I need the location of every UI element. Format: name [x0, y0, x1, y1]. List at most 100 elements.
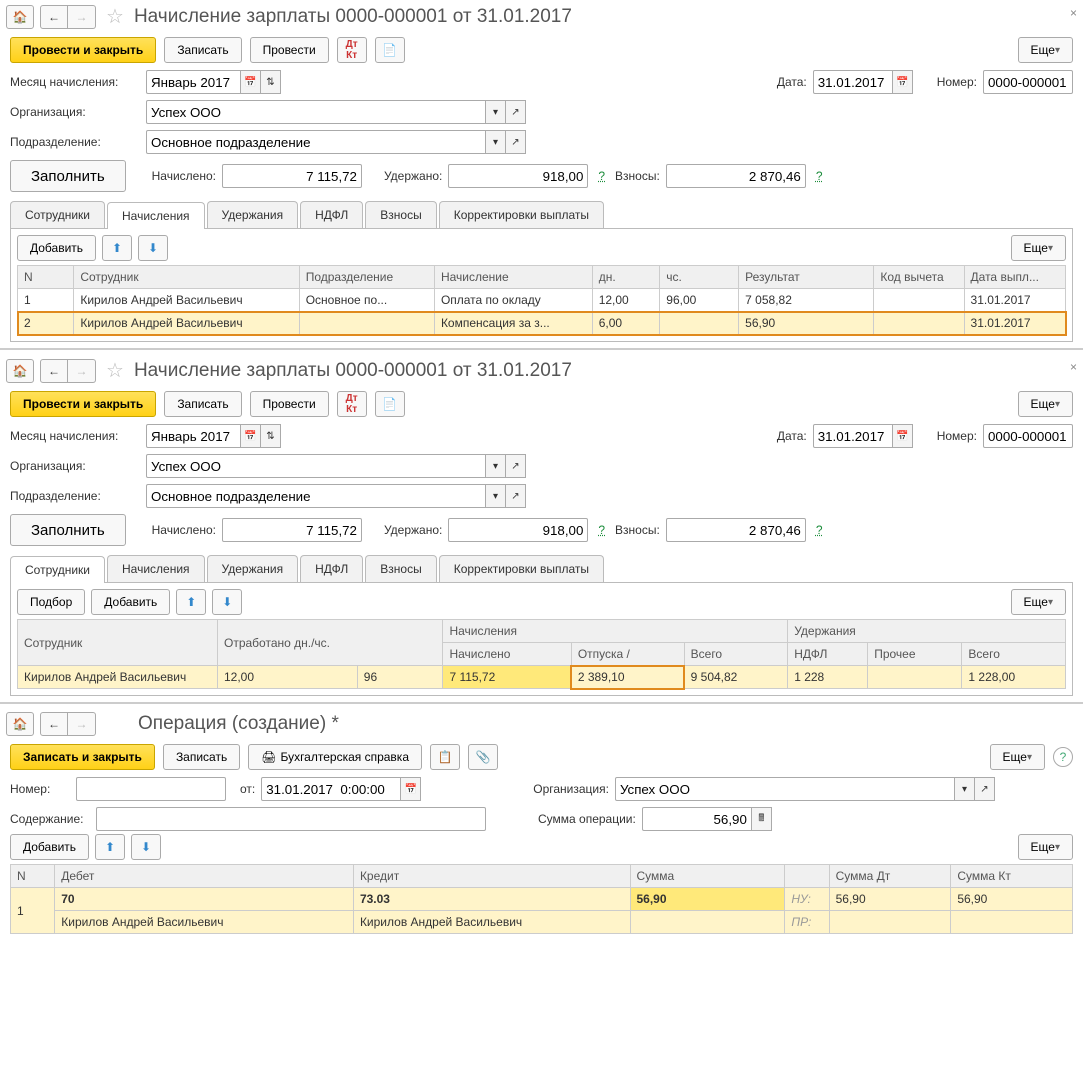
add-button[interactable]: Добавить — [17, 235, 96, 261]
close-icon[interactable]: × — [1070, 360, 1077, 374]
save-button[interactable]: Записать — [163, 744, 240, 770]
tab-corrections[interactable]: Корректировки выплаты — [439, 555, 604, 582]
dropdown-icon[interactable]: ▾ — [486, 100, 506, 124]
dropdown-icon[interactable]: ▾ — [955, 777, 975, 801]
dtkt-button[interactable]: ДтКт — [337, 37, 367, 63]
sum-input[interactable] — [642, 807, 752, 831]
content-label: Содержание: — [10, 812, 90, 826]
tab-ndfl[interactable]: НДФЛ — [300, 201, 363, 228]
save-button[interactable]: Записать — [164, 391, 241, 417]
calculator-icon[interactable]: 🖩 — [752, 807, 772, 831]
stepper-icon[interactable]: ⇅ — [261, 424, 281, 448]
post-button[interactable]: Провести — [250, 37, 329, 63]
accrued-label: Начислено: — [152, 169, 216, 183]
pick-button[interactable]: Подбор — [17, 589, 85, 615]
move-down-button[interactable]: ⬇ — [138, 235, 168, 261]
dropdown-icon[interactable]: ▾ — [486, 130, 506, 154]
date-input[interactable] — [813, 424, 893, 448]
save-button[interactable]: Записать — [164, 37, 241, 63]
org-input[interactable] — [146, 454, 486, 478]
move-up-button[interactable]: ⬆ — [95, 834, 125, 860]
help-link[interactable]: ? — [812, 169, 827, 183]
tab-contributions[interactable]: Взносы — [365, 201, 436, 228]
number-input[interactable] — [983, 424, 1073, 448]
date-label: Дата: — [777, 429, 807, 443]
more-button[interactable]: Еще — [1011, 235, 1066, 261]
content-input[interactable] — [96, 807, 486, 831]
back-button[interactable]: ← — [40, 5, 68, 29]
dtkt-button[interactable]: ДтКт — [337, 391, 367, 417]
report-button[interactable]: 📄 — [375, 391, 405, 417]
close-icon[interactable]: × — [1070, 6, 1077, 20]
open-icon[interactable]: ↗ — [506, 454, 526, 478]
favorite-icon[interactable]: ☆ — [102, 358, 128, 383]
number-input[interactable] — [76, 777, 226, 801]
number-input[interactable] — [983, 70, 1073, 94]
open-icon[interactable]: ↗ — [506, 484, 526, 508]
copy-button[interactable]: 📋 — [430, 744, 460, 770]
more-button[interactable]: Еще — [1011, 589, 1066, 615]
tab-ndfl[interactable]: НДФЛ — [300, 555, 363, 582]
help-link[interactable]: ? — [812, 523, 827, 537]
fill-button[interactable]: Заполнить — [10, 514, 126, 546]
open-icon[interactable]: ↗ — [975, 777, 995, 801]
tab-employees[interactable]: Сотрудники — [10, 556, 105, 583]
calendar-icon[interactable]: 📅 — [241, 424, 261, 448]
move-down-button[interactable]: ⬇ — [212, 589, 242, 615]
post-and-close-button[interactable]: Провести и закрыть — [10, 37, 156, 63]
more-button[interactable]: Еще — [1018, 834, 1073, 860]
tab-contributions[interactable]: Взносы — [365, 555, 436, 582]
calendar-icon[interactable]: 📅 — [893, 70, 913, 94]
dep-input[interactable] — [146, 484, 486, 508]
add-button[interactable]: Добавить — [91, 589, 170, 615]
open-icon[interactable]: ↗ — [506, 130, 526, 154]
accrued-value — [222, 164, 362, 188]
attach-button[interactable]: 📎 — [468, 744, 498, 770]
move-down-button[interactable]: ⬇ — [131, 834, 161, 860]
dropdown-icon[interactable]: ▾ — [486, 484, 506, 508]
from-input[interactable] — [261, 777, 401, 801]
tab-accruals[interactable]: Начисления — [107, 202, 205, 229]
accounting-reference-button[interactable]: 🖨 Бухгалтерская справка — [248, 744, 422, 770]
help-button[interactable]: ? — [1053, 747, 1073, 767]
org-label: Организация: — [10, 459, 140, 473]
home-button[interactable]: 🏠 — [6, 712, 34, 736]
help-link[interactable]: ? — [594, 523, 609, 537]
open-icon[interactable]: ↗ — [506, 100, 526, 124]
more-button[interactable]: Еще — [1018, 391, 1073, 417]
org-input[interactable] — [146, 100, 486, 124]
report-button[interactable]: 📄 — [375, 37, 405, 63]
tab-withholdings[interactable]: Удержания — [207, 201, 299, 228]
tab-accruals[interactable]: Начисления — [107, 555, 205, 582]
stepper-icon[interactable]: ⇅ — [261, 70, 281, 94]
employees-table: Сотрудник Отработано дн./чс. Начисления … — [17, 619, 1066, 689]
tab-withholdings[interactable]: Удержания — [207, 555, 299, 582]
tab-employees[interactable]: Сотрудники — [10, 201, 105, 228]
org-input[interactable] — [615, 777, 955, 801]
more-button[interactable]: Еще — [1018, 37, 1073, 63]
post-and-close-button[interactable]: Провести и закрыть — [10, 391, 156, 417]
move-up-button[interactable]: ⬆ — [102, 235, 132, 261]
back-button[interactable]: ← — [40, 712, 68, 736]
dropdown-icon[interactable]: ▾ — [486, 454, 506, 478]
more-button[interactable]: Еще — [990, 744, 1045, 770]
add-button[interactable]: Добавить — [10, 834, 89, 860]
calendar-icon[interactable]: 📅 — [893, 424, 913, 448]
tab-corrections[interactable]: Корректировки выплаты — [439, 201, 604, 228]
home-button[interactable]: 🏠 — [6, 5, 34, 29]
back-button[interactable]: ← — [40, 359, 68, 383]
date-input[interactable] — [813, 70, 893, 94]
help-link[interactable]: ? — [594, 169, 609, 183]
save-and-close-button[interactable]: Записать и закрыть — [10, 744, 155, 770]
home-button[interactable]: 🏠 — [6, 359, 34, 383]
post-button[interactable]: Провести — [250, 391, 329, 417]
month-label: Месяц начисления: — [10, 75, 140, 89]
favorite-icon[interactable]: ☆ — [102, 4, 128, 29]
calendar-icon[interactable]: 📅 — [401, 777, 421, 801]
month-input[interactable] — [146, 424, 241, 448]
month-input[interactable] — [146, 70, 241, 94]
move-up-button[interactable]: ⬆ — [176, 589, 206, 615]
calendar-icon[interactable]: 📅 — [241, 70, 261, 94]
dep-input[interactable] — [146, 130, 486, 154]
fill-button[interactable]: Заполнить — [10, 160, 126, 192]
